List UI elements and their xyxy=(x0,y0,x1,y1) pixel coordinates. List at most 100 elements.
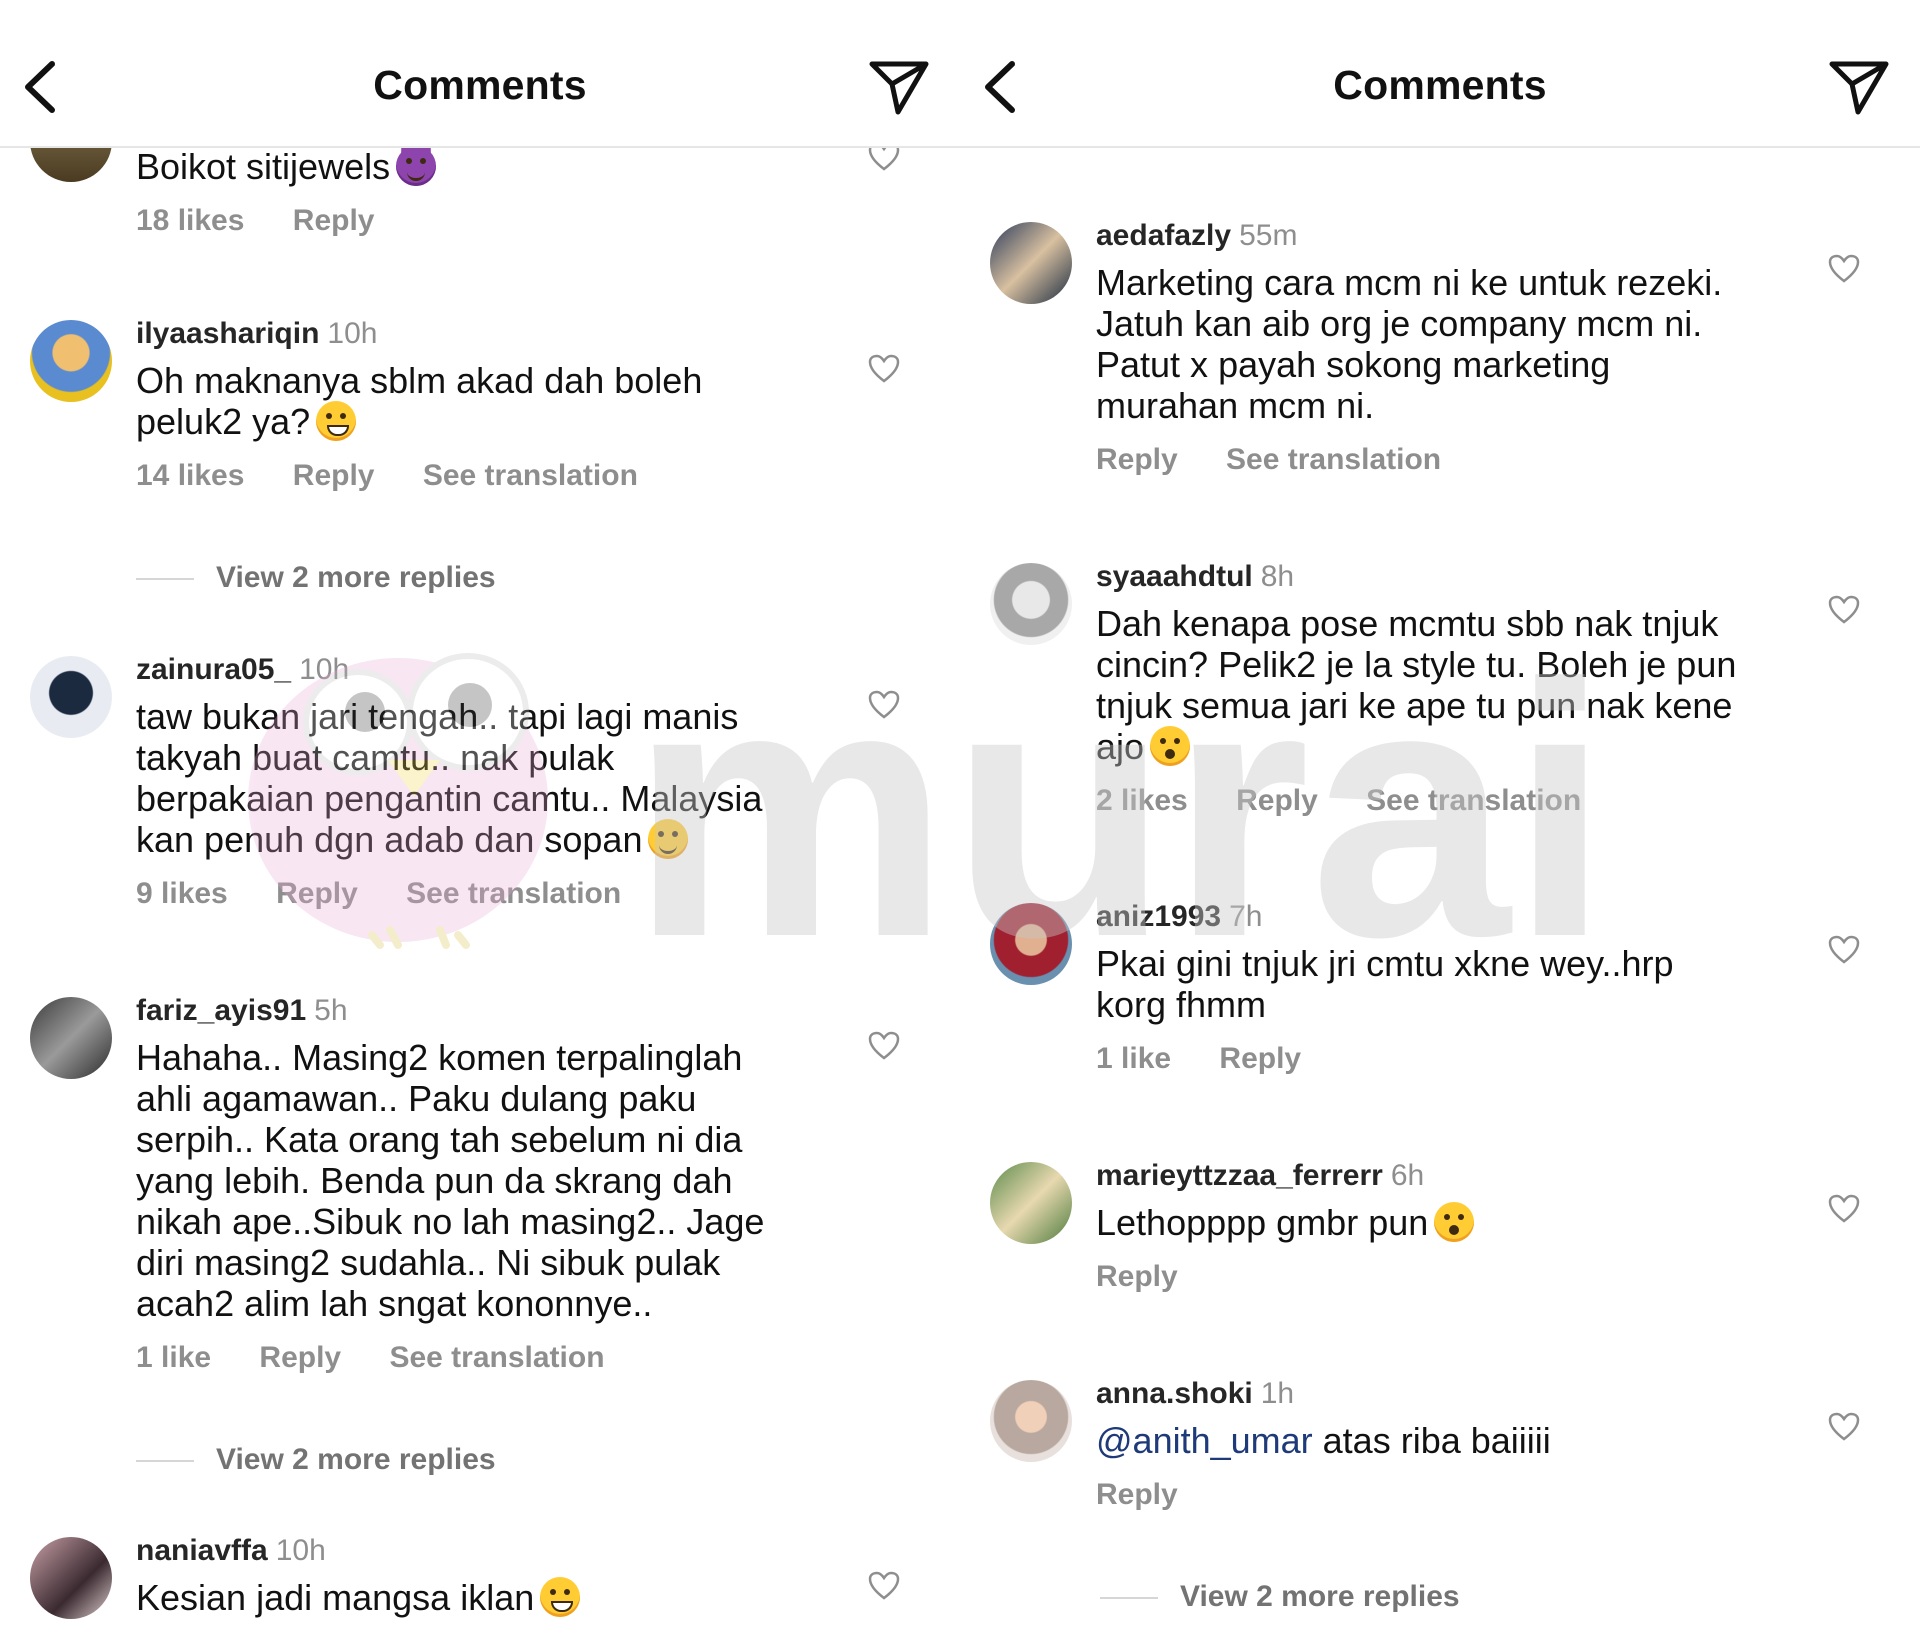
comment-text-line: takyah buat camtu.. nak pulak xyxy=(136,737,615,778)
username[interactable]: anna.shoki xyxy=(1096,1377,1253,1410)
likes-count[interactable]: 2 likes xyxy=(1096,784,1188,817)
view-more-replies-label: View 2 more replies xyxy=(216,561,496,594)
share-button[interactable] xyxy=(868,58,930,116)
header-bar: Comments xyxy=(0,0,960,148)
heart-icon[interactable] xyxy=(1828,1412,1860,1442)
reply-button[interactable]: Reply xyxy=(1096,1260,1178,1293)
reply-button[interactable]: Reply xyxy=(1096,443,1178,476)
comment-text-line: Patut x payah sokong marketing xyxy=(1096,344,1611,385)
likes-count[interactable]: 14 likes xyxy=(136,459,244,492)
comment-text: Boikot sitijewels xyxy=(136,146,796,187)
username[interactable]: aedafazly xyxy=(1096,219,1231,252)
comment-actions: 2 likes Reply See translation xyxy=(1096,783,1756,819)
reply-button[interactable]: Reply xyxy=(1219,1042,1301,1075)
comment-text-line: acah2 alim lah sngat kononnye.. xyxy=(136,1283,653,1324)
comment-text-line: Pkai gini tnjuk jri cmtu xkne wey..hrp xyxy=(1096,943,1674,984)
avatar[interactable] xyxy=(990,1380,1072,1462)
divider-line xyxy=(136,578,194,581)
comment-text-line: yang lebih. Benda pun da skrang dah xyxy=(136,1160,733,1201)
see-translation-button[interactable]: See translation xyxy=(1366,784,1581,817)
reply-button[interactable]: Reply xyxy=(276,877,358,910)
reply-button[interactable]: Reply xyxy=(293,459,375,492)
comment-text: Marketing cara mcm ni ke untuk rezeki. J… xyxy=(1096,262,1756,426)
reply-button[interactable]: Reply xyxy=(293,204,375,237)
avatar[interactable] xyxy=(990,1162,1072,1244)
comment-text-line: berpakaian pengantin camtu.. Malaysia xyxy=(136,778,763,819)
comments-panel-right: Comments aedafazly 55m Marketing cara mcm… xyxy=(960,0,1920,1633)
reply-button[interactable]: Reply xyxy=(259,1341,341,1374)
weary-emoji-icon xyxy=(1150,726,1191,766)
timestamp: 8h xyxy=(1260,560,1295,593)
see-translation-button[interactable]: See translation xyxy=(1226,443,1441,476)
comment-text-line: Hahaha.. Masing2 komen terpalinglah xyxy=(136,1037,743,1078)
comment-text: taw bukan jari tengah.. tapi lagi manis … xyxy=(136,696,796,860)
heart-icon[interactable] xyxy=(868,690,900,720)
see-translation-button[interactable]: See translation xyxy=(406,877,621,910)
avatar[interactable] xyxy=(30,997,112,1079)
likes-count[interactable]: 18 likes xyxy=(136,204,244,237)
comment-text-line-part: kan penuh dgn adab dan sopan xyxy=(136,819,643,860)
comment-meta: syaaahdtul 8h xyxy=(1096,559,1756,595)
comment-actions: Reply xyxy=(1096,1259,1756,1295)
grinning-emoji-icon xyxy=(316,401,357,441)
avatar[interactable] xyxy=(990,903,1072,985)
page-title: Comments xyxy=(373,62,587,108)
smiling-emoji-icon xyxy=(648,819,689,859)
heart-icon[interactable] xyxy=(1828,595,1860,625)
header-bar: Comments xyxy=(960,0,1920,148)
username[interactable]: naniavffa xyxy=(136,1534,268,1567)
mention-link[interactable]: @anith_umar xyxy=(1096,1420,1313,1461)
see-translation-button[interactable]: See translation xyxy=(423,459,638,492)
comment-text-line: serpih.. Kata orang tah sebelum ni dia xyxy=(136,1119,743,1160)
comment-meta: fariz_ayis91 5h xyxy=(136,993,796,1029)
comment-text: Pkai gini tnjuk jri cmtu xkne wey..hrp k… xyxy=(1096,943,1756,1025)
comments-panel-left: Comments Boikot sitijewels 18 likes Repl… xyxy=(0,0,960,1633)
timestamp: 10h xyxy=(299,653,350,686)
heart-icon[interactable] xyxy=(868,354,900,384)
username[interactable]: syaaahdtul xyxy=(1096,560,1253,593)
comment-text: Lethopppp gmbr pun xyxy=(1096,1202,1756,1243)
comment-actions: Reply See translation xyxy=(1096,442,1756,478)
comment-meta: naniavffa 10h xyxy=(136,1533,796,1569)
avatar[interactable] xyxy=(30,1537,112,1619)
avatar[interactable] xyxy=(30,320,112,402)
comment-meta: zainura05_ 10h xyxy=(136,652,796,688)
username[interactable]: marieyttzzaa_ferrerr xyxy=(1096,1159,1383,1192)
likes-count[interactable]: 1 like xyxy=(1096,1042,1171,1075)
see-translation-button[interactable]: See translation xyxy=(389,1341,604,1374)
share-button[interactable] xyxy=(1828,58,1890,116)
heart-icon[interactable] xyxy=(868,1571,900,1601)
view-more-replies-button[interactable]: View 2 more replies xyxy=(136,558,496,598)
timestamp: 7h xyxy=(1229,900,1263,933)
comment-text-line: Marketing cara mcm ni ke untuk rezeki. xyxy=(1096,262,1723,303)
comment-text: Dah kenapa pose mcmtu sbb nak tnjuk cinc… xyxy=(1096,603,1756,767)
username[interactable]: zainura05_ xyxy=(136,653,291,686)
reply-button[interactable]: Reply xyxy=(1236,784,1318,817)
divider-line xyxy=(1100,1597,1158,1600)
comment-text-line: Dah kenapa pose mcmtu sbb nak tnjuk xyxy=(1096,603,1719,644)
likes-count[interactable]: 1 like xyxy=(136,1341,211,1374)
username[interactable]: fariz_ayis91 xyxy=(136,994,306,1027)
timestamp: 10h xyxy=(327,317,378,350)
username[interactable]: ilyaashariqin xyxy=(136,317,319,350)
comment-text-line: ajo xyxy=(1096,726,1756,767)
avatar[interactable] xyxy=(30,656,112,738)
view-more-replies-button[interactable]: View 2 more replies xyxy=(1100,1577,1460,1617)
comment-text-line: Jatuh kan aib org je company mcm ni. xyxy=(1096,303,1703,344)
paper-plane-icon xyxy=(1829,61,1889,115)
heart-icon[interactable] xyxy=(1828,935,1860,965)
timestamp: 5h xyxy=(314,994,348,1027)
reply-button[interactable]: Reply xyxy=(1096,1478,1178,1511)
paper-plane-icon xyxy=(869,61,929,115)
heart-icon[interactable] xyxy=(1828,254,1860,284)
likes-count[interactable]: 9 likes xyxy=(136,877,228,910)
avatar[interactable] xyxy=(990,563,1072,645)
comment-meta: ilyaashariqin 10h xyxy=(136,316,796,352)
view-more-replies-button[interactable]: View 2 more replies xyxy=(136,1440,496,1480)
heart-icon[interactable] xyxy=(868,1031,900,1061)
heart-icon[interactable] xyxy=(1828,1194,1860,1224)
avatar[interactable] xyxy=(990,222,1072,304)
comment-meta: aedafazly 55m xyxy=(1096,218,1756,254)
comment-actions: 1 like Reply xyxy=(1096,1041,1756,1077)
username[interactable]: aniz1993 xyxy=(1096,900,1221,933)
